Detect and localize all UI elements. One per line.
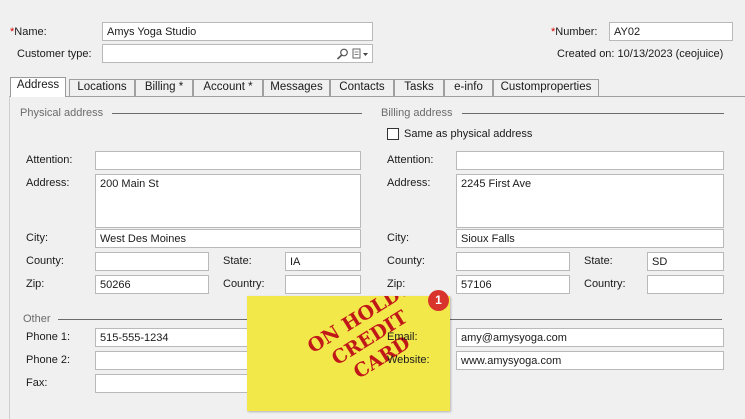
search-icon[interactable] [336,48,349,60]
billing-zip-input[interactable]: 57106 [456,275,570,294]
tab-account[interactable]: Account * [193,79,263,96]
phone2-label: Phone 2: [26,354,71,366]
tab-e-info[interactable]: e-info [444,79,493,96]
website-label: Website: [387,354,430,366]
name-input[interactable]: Amys Yoga Studio [102,22,373,41]
physical-county-input[interactable] [95,252,209,271]
physical-country-label: Country: [223,278,265,290]
physical-zip-input[interactable]: 50266 [95,275,209,294]
tab-locations[interactable]: Locations [69,79,135,96]
physical-county-label: County: [26,255,64,267]
physical-country-input[interactable] [285,275,361,294]
billing-county-label: County: [387,255,425,267]
email-label: Email: [387,331,418,343]
created-on-text: Created on: 10/13/2023 (ceojuice) [557,48,724,60]
other-heading: Other [23,313,51,325]
billing-county-input[interactable] [456,252,570,271]
billing-city-input[interactable]: Sioux Falls [456,229,724,248]
tab-address[interactable]: Address [10,77,66,97]
sticky-note-text: ON HOLD! CREDIT CARD [288,296,450,408]
billing-country-input[interactable] [647,275,724,294]
number-input[interactable]: AY02 [609,22,733,41]
billing-attention-label: Attention: [387,154,434,166]
website-input[interactable]: www.amysyoga.com [456,351,724,370]
billing-address-heading: Billing address [381,107,453,119]
physical-address-input[interactable]: 200 Main St [95,174,361,228]
physical-address-label: Address: [26,177,70,189]
customer-type-input[interactable] [102,44,373,63]
number-label: *Number: [551,26,598,38]
tab-contacts[interactable]: Contacts [330,79,394,96]
physical-attention-label: Attention: [26,154,73,166]
physical-divider [112,113,362,114]
physical-state-label: State: [223,255,252,267]
physical-state-input[interactable]: IA [285,252,361,271]
notification-badge[interactable]: 1 [428,290,449,311]
billing-city-label: City: [387,232,409,244]
name-label: *Name: [10,26,47,38]
same-as-physical-label[interactable]: Same as physical address [404,127,532,141]
physical-attention-input[interactable] [95,151,361,170]
tab-billing[interactable]: Billing * [135,79,193,96]
tab-customproperties[interactable]: Customproperties [493,79,599,96]
physical-zip-label: Zip: [26,278,45,290]
billing-zip-label: Zip: [387,278,406,290]
billing-address-input[interactable]: 2245 First Ave [456,174,724,228]
lookup-dropdown-icon[interactable] [352,48,370,60]
physical-address-heading: Physical address [20,107,104,119]
tab-tasks[interactable]: Tasks [394,79,444,96]
billing-country-label: Country: [584,278,626,290]
email-input[interactable]: amy@amysyoga.com [456,328,724,347]
billing-state-label: State: [584,255,613,267]
same-as-physical-checkbox[interactable] [387,128,399,140]
customer-type-label: Customer type: [17,48,92,60]
billing-attention-input[interactable] [456,151,724,170]
physical-city-input[interactable]: West Des Moines [95,229,361,248]
billing-address-label: Address: [387,177,431,189]
phone1-label: Phone 1: [26,331,71,343]
physical-city-label: City: [26,232,48,244]
billing-divider [462,113,724,114]
fax-label: Fax: [26,377,48,389]
billing-state-input[interactable]: SD [647,252,724,271]
tab-messages[interactable]: Messages [263,79,330,96]
